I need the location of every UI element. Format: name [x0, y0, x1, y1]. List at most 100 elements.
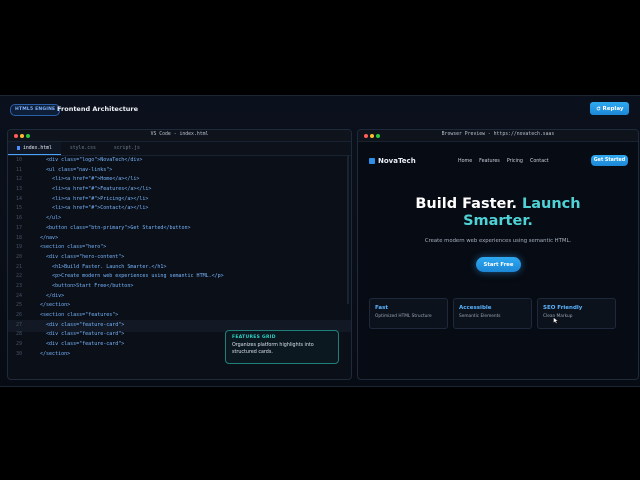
line-number: 13 [15, 186, 22, 193]
code-line[interactable]: 21 <h1>Build Faster. Launch Smarter.</h1… [8, 263, 351, 273]
code-line[interactable]: 15 <li><a href="#">Contact</a></li> [8, 204, 351, 214]
code-text: </nav> [34, 234, 59, 241]
card-title: Accessible [459, 305, 492, 311]
feature-card-seo[interactable]: SEO Friendly Clean Markup [537, 298, 616, 329]
card-desc: Optimized HTML Structure [375, 314, 432, 319]
nav-links: Home Features Pricing Contact [458, 159, 549, 164]
code-line[interactable]: 12 <li><a href="#">Home</a></li> [8, 175, 351, 185]
replay-button[interactable]: Replay [590, 102, 629, 115]
code-text: <li><a href="#">Features</a></li> [34, 186, 152, 193]
nav-link-features[interactable]: Features [479, 159, 500, 164]
code-text: <li><a href="#">Pricing</a></li> [34, 195, 149, 202]
editor-titlebar: VS Code - index.html [8, 130, 351, 142]
code-line[interactable]: 13 <li><a href="#">Features</a></li> [8, 185, 351, 195]
top-bar: HTML5 ENGINE Frontend Architecture Repla… [0, 96, 640, 122]
line-number: 12 [15, 176, 22, 183]
code-line[interactable]: 17 <button class="btn-primary">Get Start… [8, 224, 351, 234]
code-text: </div> [34, 292, 65, 299]
code-text: <div class="feature-card"> [34, 321, 125, 328]
code-text: </ul> [34, 215, 62, 222]
code-text: <div class="hero-content"> [34, 253, 125, 260]
editor-title: VS Code - index.html [150, 132, 209, 137]
card-title: Fast [375, 305, 389, 311]
feature-card-fast[interactable]: Fast Optimized HTML Structure [369, 298, 448, 329]
site-navbar: NovaTech Home Features Pricing Contact G… [358, 154, 638, 168]
line-number: 17 [15, 224, 22, 231]
nav-link-home[interactable]: Home [458, 159, 472, 164]
code-text: <button>Start Free</button> [34, 282, 134, 289]
code-line[interactable]: 23 <button>Start Free</button> [8, 282, 351, 292]
code-line[interactable]: 27 <div class="feature-card"> [8, 321, 351, 331]
hero-title-part3: Smarter. [463, 213, 533, 229]
refresh-icon [596, 106, 600, 111]
app-stage: HTML5 ENGINE Frontend Architecture Repla… [0, 95, 640, 387]
line-number: 24 [15, 292, 22, 299]
browser-preview-window: Browser Preview - https://novatech.saas … [357, 129, 639, 380]
code-text: <div class="feature-card"> [34, 331, 125, 338]
tooltip-label: FEATURES GRID [232, 335, 276, 340]
code-line[interactable]: 16 </ul> [8, 214, 351, 224]
code-text: <div class="feature-card"> [34, 341, 125, 348]
start-free-button[interactable]: Start Free [476, 257, 521, 272]
engine-badge: HTML5 ENGINE [10, 104, 61, 116]
line-number: 21 [15, 263, 22, 270]
code-line[interactable]: 14 <li><a href="#">Pricing</a></li> [8, 195, 351, 205]
logo-text: NovaTech [378, 157, 416, 165]
editor-tabs: index.html style.css script.js [8, 142, 351, 156]
site-logo[interactable]: NovaTech [369, 157, 416, 165]
code-line[interactable]: 26 <section class="features"> [8, 311, 351, 321]
code-text: <p>Create modern web experiences using s… [34, 273, 224, 280]
get-started-button[interactable]: Get Started [591, 155, 628, 166]
annotation-tooltip: FEATURES GRID Organizes platform highlig… [225, 330, 339, 364]
code-line[interactable]: 20 <div class="hero-content"> [8, 253, 351, 263]
line-number: 16 [15, 215, 22, 222]
nav-link-contact[interactable]: Contact [530, 159, 549, 164]
card-desc: Semantic Elements [459, 314, 501, 319]
code-line[interactable]: 19 <section class="hero"> [8, 243, 351, 253]
hero-title-part1: Build Faster. [415, 196, 517, 212]
code-text: <button class="btn-primary">Get Started<… [34, 224, 191, 231]
line-number: 23 [15, 282, 22, 289]
code-line[interactable]: 22 <p>Create modern web experiences usin… [8, 272, 351, 282]
line-number: 14 [15, 195, 22, 202]
line-number: 25 [15, 302, 22, 309]
code-editor-window: VS Code - index.html index.html style.cs… [7, 129, 352, 380]
browser-title: Browser Preview - https://novatech.saas [441, 132, 555, 137]
hero-subtitle: Create modern web experiences using sema… [424, 238, 572, 244]
tab-index-html[interactable]: index.html [8, 142, 61, 155]
replay-label: Replay [602, 105, 624, 112]
logo-square-icon [369, 158, 375, 164]
line-number: 27 [15, 321, 22, 328]
code-text: <li><a href="#">Contact</a></li> [34, 205, 149, 212]
line-number: 19 [15, 244, 22, 251]
line-number: 10 [15, 157, 22, 163]
code-text: <div class="logo">NovaTech</div> [34, 157, 143, 163]
hero-title-part2: Launch [522, 196, 581, 212]
tab-script-js[interactable]: script.js [105, 142, 149, 155]
code-text: <ul class="nav-links"> [34, 166, 113, 173]
tab-style-css[interactable]: style.css [61, 142, 105, 155]
code-text: <section class="features"> [34, 312, 119, 318]
line-number: 26 [15, 312, 22, 318]
line-number: 22 [15, 273, 22, 280]
hero-title: Build Faster. Launch Smarter. [358, 196, 638, 230]
line-number: 11 [15, 166, 22, 173]
code-text: </section> [34, 350, 71, 357]
code-line[interactable]: 24 </div> [8, 292, 351, 302]
code-text: <li><a href="#">Home</a></li> [34, 176, 140, 183]
line-number: 20 [15, 253, 22, 260]
code-line[interactable]: 10 <div class="logo">NovaTech</div> [8, 156, 351, 166]
code-line[interactable]: 11 <ul class="nav-links"> [8, 166, 351, 176]
code-text: <h1>Build Faster. Launch Smarter.</h1> [34, 263, 167, 270]
mouse-cursor-icon [553, 317, 558, 324]
editor-scrollbar[interactable] [347, 156, 349, 304]
nav-link-pricing[interactable]: Pricing [507, 159, 523, 164]
code-line[interactable]: 25 </section> [8, 301, 351, 311]
feature-card-accessible[interactable]: Accessible Semantic Elements [453, 298, 532, 329]
code-line[interactable]: 18 </nav> [8, 234, 351, 244]
line-number: 28 [15, 331, 22, 338]
card-title: SEO Friendly [543, 305, 583, 311]
line-number: 30 [15, 350, 22, 357]
feature-cards: Fast Optimized HTML Structure Accessible… [369, 298, 616, 329]
page-title: Frontend Architecture [57, 105, 139, 113]
